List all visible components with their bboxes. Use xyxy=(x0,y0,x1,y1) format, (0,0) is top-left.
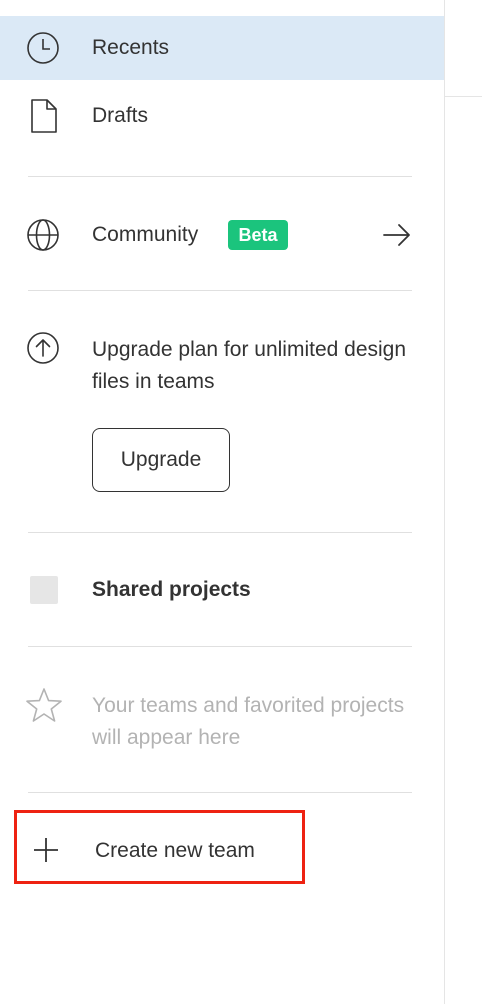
upgrade-text: Upgrade plan for unlimited design files … xyxy=(92,338,407,393)
star-icon xyxy=(25,687,63,723)
main-content-edge xyxy=(445,0,482,1004)
divider xyxy=(28,646,412,647)
divider xyxy=(28,290,412,291)
create-new-team-label: Create new team xyxy=(95,839,255,862)
sidebar-item-label: Community xyxy=(92,223,199,246)
sidebar-item-label: Shared projects xyxy=(92,578,251,601)
divider xyxy=(28,792,412,793)
sidebar-item-shared-projects[interactable]: Shared projects xyxy=(0,558,444,622)
clock-icon xyxy=(26,31,60,65)
beta-badge: Beta xyxy=(228,220,288,250)
globe-icon xyxy=(26,218,60,252)
sidebar-item-recents[interactable]: Recents xyxy=(0,16,444,80)
teams-empty-text: Your teams and favorited projects will a… xyxy=(92,694,405,749)
divider xyxy=(28,176,412,177)
arrow-right-icon[interactable] xyxy=(382,223,412,247)
arrow-up-circle-icon xyxy=(26,331,60,365)
shared-projects-thumbnail xyxy=(30,576,58,604)
upgrade-button[interactable]: Upgrade xyxy=(92,428,230,492)
sidebar-item-label: Drafts xyxy=(92,104,149,127)
create-new-team-button[interactable]: Create new team xyxy=(14,810,305,884)
sidebar-item-drafts[interactable]: Drafts xyxy=(0,84,444,148)
divider xyxy=(28,532,412,533)
sidebar: Recents Drafts Community Beta Upgrade pl… xyxy=(0,0,444,1004)
file-icon xyxy=(30,99,58,133)
sidebar-item-label: Recents xyxy=(92,36,170,59)
sidebar-item-community[interactable]: Community xyxy=(0,202,444,268)
header-divider xyxy=(445,96,482,97)
plus-icon xyxy=(32,836,60,864)
